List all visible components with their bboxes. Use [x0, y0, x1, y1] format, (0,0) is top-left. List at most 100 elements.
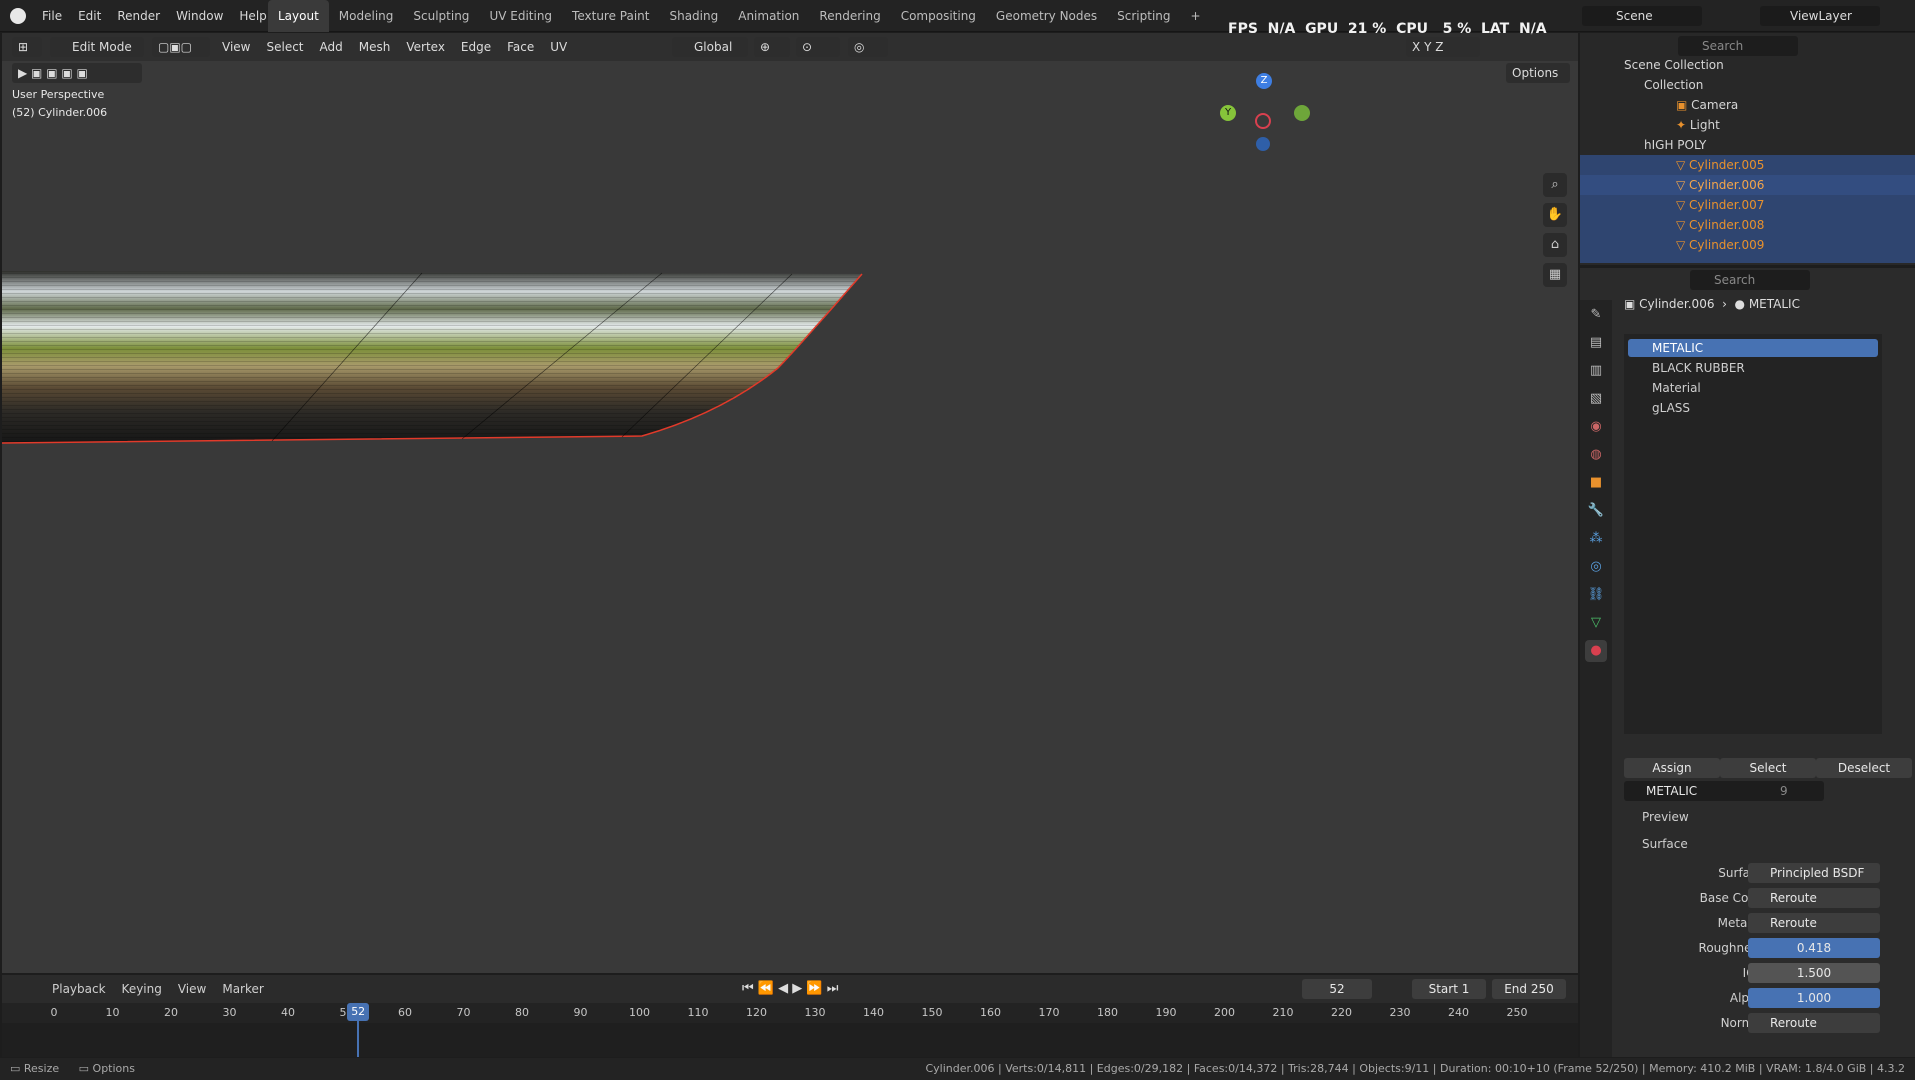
view-layer-tab-icon[interactable]: ▧: [1585, 388, 1607, 410]
menu-keying[interactable]: Keying: [122, 982, 162, 996]
tab-uv-editing[interactable]: UV Editing: [479, 0, 562, 32]
menu-file[interactable]: File: [34, 0, 70, 32]
physics-tab-icon[interactable]: ◎: [1585, 556, 1607, 578]
gizmo-y-axis[interactable]: Y: [1220, 105, 1236, 121]
playback-controls[interactable]: ⏮ ⏪ ◀ ▶ ⏩ ⏭: [742, 979, 862, 999]
base-color-field[interactable]: Reroute: [1748, 888, 1880, 908]
collection-row[interactable]: Collection: [1580, 75, 1915, 95]
camera-view-icon[interactable]: ⌂: [1543, 233, 1567, 257]
deselect-button[interactable]: Deselect: [1816, 758, 1912, 778]
menu-mesh[interactable]: Mesh: [359, 40, 391, 54]
tab-scripting[interactable]: Scripting: [1107, 0, 1180, 32]
object-row-active[interactable]: ▽ Cylinder.006: [1580, 175, 1915, 195]
object-row[interactable]: ▽ Cylinder.005: [1580, 155, 1915, 175]
normal-field[interactable]: Reroute: [1748, 1013, 1880, 1033]
editor-type-icon[interactable]: ⊞: [12, 37, 42, 57]
tab-layout[interactable]: Layout: [268, 0, 329, 32]
3d-viewport[interactable]: User Perspective (52) Cylinder.006 FPS N…: [2, 21, 1578, 973]
scene-tab-icon[interactable]: ◉: [1585, 416, 1607, 438]
proportional-edit-icon[interactable]: ◎: [848, 37, 888, 57]
tab-compositing[interactable]: Compositing: [891, 0, 986, 32]
gizmo-z-negative[interactable]: [1256, 137, 1270, 151]
slot-item[interactable]: gLASS: [1628, 399, 1878, 417]
slot-item[interactable]: METALIC: [1628, 339, 1878, 357]
object-tab-icon[interactable]: ■: [1585, 472, 1607, 494]
light-row[interactable]: ✦ Light: [1580, 115, 1915, 135]
assign-button[interactable]: Assign: [1624, 758, 1720, 778]
tab-shading[interactable]: Shading: [659, 0, 728, 32]
start-frame-field[interactable]: Start 1: [1412, 979, 1486, 999]
scene-collection-row[interactable]: Scene Collection: [1580, 55, 1915, 75]
properties-search[interactable]: Search: [1690, 270, 1810, 290]
menu-face[interactable]: Face: [507, 40, 534, 54]
object-row[interactable]: ▽ Cylinder.008: [1580, 215, 1915, 235]
tab-modeling[interactable]: Modeling: [329, 0, 404, 32]
slot-item[interactable]: BLACK RUBBER: [1628, 359, 1878, 377]
select-mode-icons[interactable]: ▢▣▢: [152, 37, 210, 57]
menu-marker[interactable]: Marker: [222, 982, 263, 996]
gizmo-z-axis[interactable]: Z: [1256, 73, 1272, 89]
snap-icon[interactable]: ⊙: [796, 37, 840, 57]
timeline-ruler[interactable]: 0102030405060708090100110120130140150160…: [2, 1003, 1578, 1023]
end-frame-field[interactable]: End 250: [1492, 979, 1566, 999]
navigation-gizmo[interactable]: Z Y: [1212, 73, 1312, 173]
menu-select[interactable]: Select: [266, 40, 303, 54]
select-button[interactable]: Select: [1720, 758, 1816, 778]
alpha-slider[interactable]: 1.000: [1748, 988, 1880, 1008]
plus-icon[interactable]: +: [1181, 0, 1211, 32]
zoom-icon[interactable]: ⌕: [1543, 173, 1567, 197]
tab-animation[interactable]: Animation: [728, 0, 809, 32]
view-layer-selector[interactable]: ViewLayer: [1760, 6, 1880, 26]
options-button[interactable]: Options: [1506, 63, 1570, 83]
menu-edge[interactable]: Edge: [461, 40, 491, 54]
gizmo-x-negative[interactable]: [1255, 113, 1271, 129]
menu-playback[interactable]: Playback: [52, 982, 106, 996]
pivot-icon[interactable]: ⊕: [754, 37, 790, 57]
tab-sculpting[interactable]: Sculpting: [403, 0, 479, 32]
modifier-tab-icon[interactable]: 🔧: [1585, 500, 1607, 522]
metallic-field[interactable]: Reroute: [1748, 913, 1880, 933]
particles-tab-icon[interactable]: ⁂: [1585, 528, 1607, 550]
axis-y[interactable]: Y: [1424, 40, 1431, 54]
output-tab-icon[interactable]: ▥: [1585, 360, 1607, 382]
slot-item[interactable]: Material: [1628, 379, 1878, 397]
menu-uv[interactable]: UV: [550, 40, 567, 54]
camera-row[interactable]: ▣ Camera: [1580, 95, 1915, 115]
world-tab-icon[interactable]: ◍: [1585, 444, 1607, 466]
material-tab-icon[interactable]: ●: [1585, 640, 1607, 662]
menu-render[interactable]: Render: [109, 0, 168, 32]
menu-vertex[interactable]: Vertex: [406, 40, 445, 54]
axis-z[interactable]: Z: [1435, 40, 1443, 54]
tab-geometry-nodes[interactable]: Geometry Nodes: [986, 0, 1107, 32]
menu-view[interactable]: View: [222, 40, 250, 54]
constraints-tab-icon[interactable]: ⛓: [1585, 584, 1607, 606]
breadcrumb-object[interactable]: Cylinder.006: [1639, 297, 1714, 311]
breadcrumb-material[interactable]: METALIC: [1749, 297, 1800, 311]
blender-logo-icon[interactable]: [10, 8, 26, 24]
current-frame-field[interactable]: 52: [1302, 979, 1372, 999]
object-row[interactable]: ▽ Cylinder.009: [1580, 235, 1915, 263]
orientation-selector[interactable]: Global: [672, 37, 748, 57]
roughness-slider[interactable]: 0.418: [1748, 938, 1880, 958]
viewport-canvas[interactable]: [2, 33, 1578, 973]
outliner-search[interactable]: Search: [1678, 36, 1798, 56]
mode-selector[interactable]: Edit Mode: [50, 37, 144, 57]
tool-tab-icon[interactable]: ✎: [1585, 304, 1607, 326]
timeline-keyframe-area[interactable]: [2, 1023, 1578, 1057]
data-tab-icon[interactable]: ▽: [1585, 612, 1607, 634]
scene-selector[interactable]: Scene: [1582, 6, 1702, 26]
tab-rendering[interactable]: Rendering: [809, 0, 890, 32]
menu-view[interactable]: View: [178, 982, 206, 996]
tool-select-modes[interactable]: ▶ ▣ ▣ ▣ ▣: [12, 63, 142, 83]
object-row[interactable]: ▽ Cylinder.007: [1580, 195, 1915, 215]
hand-pan-icon[interactable]: ✋: [1543, 203, 1567, 227]
grid-perspective-icon[interactable]: ▦: [1543, 263, 1567, 287]
axis-x[interactable]: X: [1412, 40, 1420, 54]
tab-texture-paint[interactable]: Texture Paint: [562, 0, 659, 32]
menu-add[interactable]: Add: [320, 40, 343, 54]
high-poly-row[interactable]: hIGH POLY: [1580, 135, 1915, 155]
surface-panel-header[interactable]: Surface: [1624, 834, 1914, 854]
preview-panel-header[interactable]: Preview: [1624, 807, 1914, 827]
menu-window[interactable]: Window: [168, 0, 231, 32]
menu-edit[interactable]: Edit: [70, 0, 109, 32]
